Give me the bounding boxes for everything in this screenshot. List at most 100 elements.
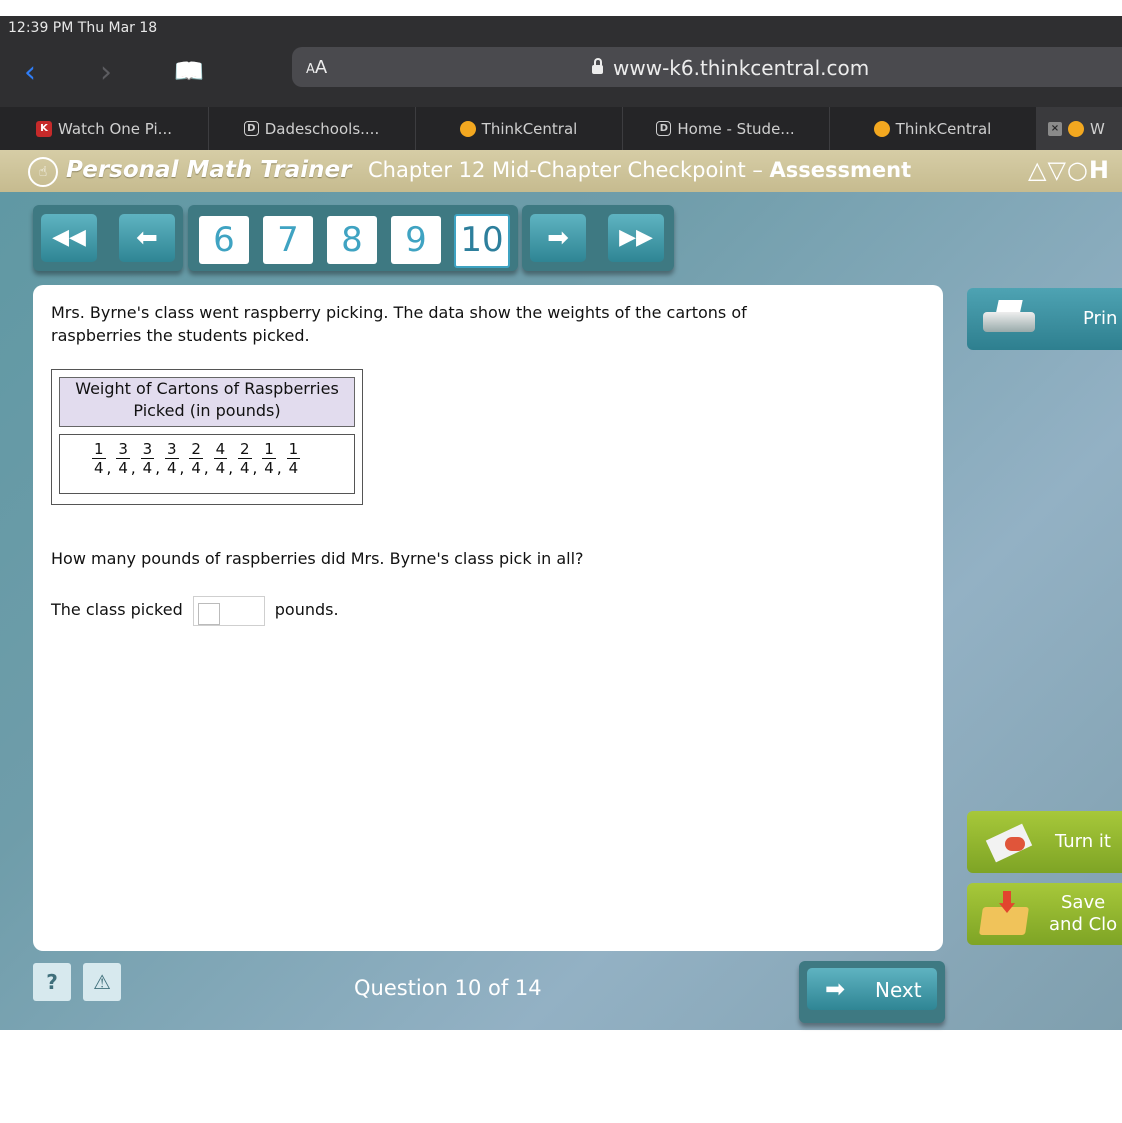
answer-input[interactable]: [192, 595, 265, 626]
save-label-line-2: and Clo: [1049, 914, 1118, 935]
fraction-stack: 14: [286, 440, 301, 477]
arrow-right-icon: ➡: [825, 975, 846, 1003]
save-label: Save and Clo: [1049, 892, 1117, 936]
dot-icon: [1068, 120, 1084, 137]
fraction: 44,: [213, 440, 238, 477]
url-value: www-k6.thinkcentral.com: [613, 56, 870, 80]
tab-thinkcentral-2[interactable]: ThinkCentral: [829, 107, 1037, 150]
fraction-numerator: 3: [140, 440, 155, 459]
fraction-stack: 34: [116, 440, 130, 477]
help-button[interactable]: ?: [33, 963, 71, 1001]
fraction-separator: ,: [179, 459, 185, 477]
tab-dadeschools[interactable]: D Dadeschools....: [208, 107, 416, 150]
top-margin: [0, 0, 1122, 16]
save-and-close-button[interactable]: Save and Clo: [967, 883, 1122, 945]
fraction: 34,: [164, 440, 189, 477]
fraction-denominator: 4: [264, 459, 274, 477]
question-label: Question: [354, 976, 455, 1000]
fraction-stack: 24: [189, 440, 203, 477]
hand-logo-icon: ☝: [28, 157, 58, 187]
printer-icon: [981, 300, 1037, 332]
last-question-button[interactable]: ▶▶: [608, 214, 664, 262]
page-8-button[interactable]: 8: [327, 216, 377, 264]
fraction-separator: ,: [228, 459, 233, 477]
url-text[interactable]: www-k6.thinkcentral.com: [592, 56, 869, 80]
fraction-stack: 14: [92, 440, 106, 477]
fraction-stack: 34: [140, 440, 155, 477]
fraction-denominator: 4: [191, 459, 201, 477]
question-card: Mrs. Byrne's class went raspberry pickin…: [33, 285, 943, 951]
url-bar[interactable]: AA www-k6.thinkcentral.com: [292, 47, 1122, 87]
fraction-numerator: 3: [164, 440, 179, 459]
question-number-group: 6 7 8 9 10: [188, 205, 518, 271]
fraction-denominator: 4: [288, 459, 299, 477]
alert-icon[interactable]: ⚠: [83, 963, 121, 1001]
tab-active[interactable]: × W: [1036, 107, 1122, 150]
question-prompt: Mrs. Byrne's class went raspberry pickin…: [51, 303, 747, 345]
close-icon[interactable]: ×: [1048, 121, 1062, 136]
data-table: Weight of Cartons of Raspberries Picked …: [51, 369, 363, 505]
fraction-numerator: 1: [262, 440, 276, 459]
tab-home-student[interactable]: D Home - Stude...: [622, 107, 830, 150]
tab-label: ThinkCentral: [895, 119, 992, 138]
status-time: 12:39 PM Thu Mar 18: [8, 20, 158, 36]
bookmarks-icon[interactable]: 📖: [174, 56, 204, 86]
text-size-small: A: [306, 62, 315, 77]
table-title-line-2: Picked (in pounds): [133, 401, 281, 420]
fraction: 34,: [140, 440, 165, 477]
page-9-button[interactable]: 9: [391, 216, 441, 264]
table-title: Weight of Cartons of Raspberries Picked …: [59, 377, 355, 427]
fraction-stack: 44: [213, 440, 228, 477]
turn-in-button[interactable]: Turn it: [967, 811, 1122, 873]
fraction-numerator: 3: [116, 440, 130, 459]
answer-prefix: The class picked: [51, 600, 183, 619]
turn-in-icon: [985, 819, 1037, 865]
tab-label: Dadeschools....: [264, 119, 380, 138]
print-button[interactable]: Prin: [967, 288, 1122, 350]
watch-icon: K: [36, 120, 53, 137]
fraction-separator: ,: [252, 459, 258, 477]
table-data-cell: 14,34,34,34,24,44,24,14,14: [59, 434, 355, 494]
page-10-button[interactable]: 10: [454, 214, 510, 268]
next-question-arrow-button[interactable]: ➡: [530, 214, 586, 262]
text-size-button[interactable]: AA: [306, 57, 327, 78]
fraction-stack: 24: [237, 440, 252, 477]
tab-watch-one-piece[interactable]: K Watch One Pi...: [0, 107, 209, 150]
question-total: of 14: [481, 976, 542, 1000]
fraction-list: 14,34,34,34,24,44,24,14,14: [92, 440, 301, 477]
fraction-denominator: 4: [142, 459, 153, 477]
nav-forward-group: ➡ ▶▶: [522, 205, 674, 271]
fraction-numerator: 4: [213, 440, 228, 459]
print-label: Prin: [1083, 308, 1118, 329]
forward-icon[interactable]: ›: [100, 58, 112, 88]
fraction-separator: ,: [155, 459, 160, 477]
fraction-numerator: 1: [286, 440, 301, 459]
answer-suffix: pounds.: [274, 600, 339, 619]
tab-label: Home - Stude...: [677, 119, 795, 138]
lock-icon: [592, 58, 603, 74]
fraction-denominator: 4: [215, 459, 226, 477]
nav-back-group: ◀◀ ➡: [33, 205, 183, 271]
question-counter: Question 10 of 14: [354, 976, 542, 1000]
chapter-name: Chapter 12 Mid-Chapter Checkpoint –: [368, 158, 770, 182]
next-button[interactable]: ➡ Next: [807, 968, 937, 1010]
fraction-numerator: 2: [189, 440, 203, 459]
question-current: 10: [454, 976, 482, 1000]
page-6-button[interactable]: 6: [199, 216, 249, 264]
first-question-button[interactable]: ◀◀: [41, 214, 97, 262]
d-icon: D: [243, 121, 259, 136]
fraction-separator: ,: [203, 459, 209, 477]
fraction-numerator: 1: [92, 440, 106, 459]
tab-thinkcentral-1[interactable]: ThinkCentral: [415, 107, 623, 150]
browser-chrome: 12:39 PM Thu Mar 18 ‹ › 📖 AA www-k6.thin…: [0, 16, 1122, 150]
fraction-numerator: 2: [237, 440, 252, 459]
page-7-button[interactable]: 7: [263, 216, 313, 264]
back-icon[interactable]: ‹: [24, 58, 36, 88]
fraction-separator: ,: [130, 459, 136, 477]
table-title-line-1: Weight of Cartons of Raspberries: [75, 379, 339, 398]
next-button-frame: ➡ Next: [799, 961, 945, 1023]
fraction: 14,: [92, 440, 116, 477]
dot-icon: [873, 120, 890, 137]
fraction-stack: 34: [164, 440, 179, 477]
previous-question-button[interactable]: ➡: [119, 214, 175, 262]
